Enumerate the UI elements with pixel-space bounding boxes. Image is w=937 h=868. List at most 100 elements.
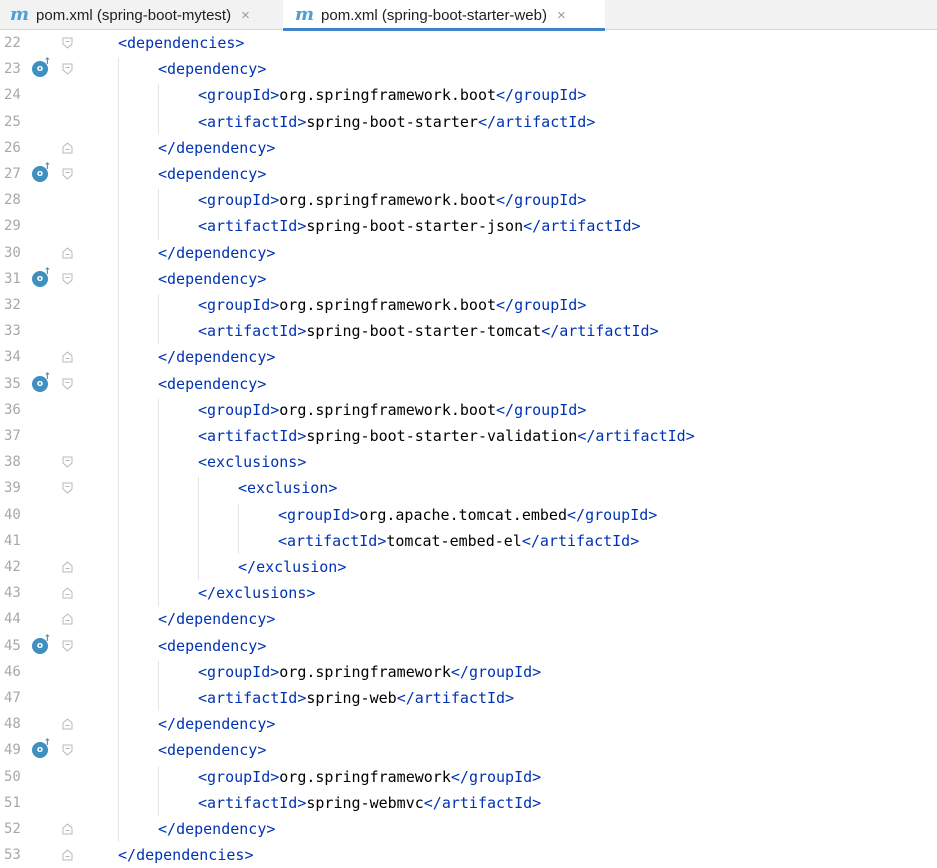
- code-line[interactable]: 46 <groupId>org.springframework</groupId>: [0, 659, 937, 685]
- code-line[interactable]: 22 <dependencies>: [0, 30, 937, 56]
- code-line[interactable]: 43 </exclusions>: [0, 580, 937, 606]
- tag-open-bracket: <: [198, 793, 208, 812]
- line-number: 34: [4, 349, 21, 366]
- line-number: 22: [4, 35, 21, 51]
- xml-code: <artifactId>spring-boot-starter</artifac…: [198, 109, 595, 135]
- code-line[interactable]: 49 o ↑ <dependency>: [0, 737, 937, 763]
- end-tag-close-bracket: >: [532, 767, 542, 786]
- overridden-dependency-icon[interactable]: o ↑: [32, 163, 51, 182]
- tag-close-bracket: >: [350, 505, 360, 524]
- overridden-dependency-icon[interactable]: o ↑: [32, 372, 51, 392]
- close-icon[interactable]: ×: [241, 7, 250, 24]
- tab-label: pom.xml (spring-boot-starter-web): [321, 6, 547, 24]
- tag-close-bracket: >: [270, 296, 280, 314]
- line-number: 39: [4, 480, 21, 497]
- code-line[interactable]: 34 </dependency>: [0, 344, 937, 370]
- line-number: 42: [4, 559, 21, 575]
- tag-open-bracket: </: [158, 820, 177, 838]
- line-number: 52: [4, 821, 21, 837]
- xml-code: <groupId>org.springframework.boot</group…: [198, 397, 586, 423]
- tag-open-bracket: <: [198, 296, 208, 314]
- end-tag-close-bracket: >: [586, 112, 596, 131]
- code-line[interactable]: 28 <groupId>org.springframework.boot</gro…: [0, 187, 937, 213]
- tab-pom-starter-web[interactable]: m pom.xml (spring-boot-starter-web) ×: [283, 0, 605, 31]
- end-tag-open-bracket: </: [477, 112, 497, 131]
- code-line[interactable]: 24 <groupId>org.springframework.boot</gro…: [0, 82, 937, 108]
- code-line[interactable]: 40 <groupId>org.apache.tomcat.embed</grou…: [0, 502, 937, 528]
- code-line[interactable]: 25 <artifactId>spring-boot-starter</artif…: [0, 109, 937, 135]
- overridden-dependency-icon[interactable]: o ↑: [32, 58, 51, 78]
- xml-tag-name: dependency: [167, 741, 258, 760]
- fold-open-icon[interactable]: [62, 456, 73, 468]
- code-line[interactable]: 27 o ↑ <dependency>: [0, 161, 937, 187]
- code-line[interactable]: 45 o ↑ <dependency>: [0, 633, 937, 659]
- indent-guide: [198, 477, 199, 581]
- fold-open-icon[interactable]: [62, 273, 73, 285]
- fold-open-icon[interactable]: [62, 168, 73, 180]
- code-line[interactable]: 33 <artifactId>spring-boot-starter-tomcat…: [0, 318, 937, 344]
- code-line[interactable]: 38 <exclusions>: [0, 449, 937, 475]
- code-line[interactable]: 32 <groupId>org.springframework.boot</gro…: [0, 292, 937, 318]
- code-line[interactable]: 36 <groupId>org.springframework.boot</gro…: [0, 397, 937, 423]
- tag-close-bracket: >: [270, 662, 280, 681]
- code-line[interactable]: 29 <artifactId>spring-boot-starter-json</…: [0, 213, 937, 239]
- code-line[interactable]: 48 </dependency>: [0, 711, 937, 737]
- fold-close-icon[interactable]: [62, 718, 73, 730]
- code-line[interactable]: 50 <groupId>org.springframework</groupId>: [0, 764, 937, 790]
- fold-open-icon[interactable]: [62, 63, 73, 75]
- end-tag-open-bracket: </: [496, 400, 515, 419]
- code-line[interactable]: 37 <artifactId>spring-boot-starter-valida…: [0, 423, 937, 449]
- tab-pom-mytest[interactable]: m pom.xml (spring-boot-mytest) ×: [0, 0, 283, 30]
- overridden-dependency-icon[interactable]: o ↑: [32, 634, 51, 654]
- xml-tag-name: exclusion: [247, 479, 329, 498]
- tag-open-bracket: <: [238, 479, 248, 498]
- fold-open-icon[interactable]: [62, 378, 73, 390]
- overridden-dependency-icon[interactable]: o ↑: [32, 739, 51, 759]
- code-line[interactable]: 26 </dependency>: [0, 135, 937, 161]
- tag-open-bracket: <: [158, 269, 168, 288]
- tag-close-bracket: >: [337, 558, 347, 576]
- xml-code: <dependency>: [158, 371, 266, 397]
- end-tag-open-bracket: </: [496, 296, 515, 314]
- fold-close-icon[interactable]: [62, 142, 73, 154]
- end-tag-close-bracket: >: [577, 296, 587, 314]
- code-line[interactable]: 53 </dependencies>: [0, 842, 937, 868]
- xml-tag-name: dependency: [167, 269, 258, 288]
- end-tag-open-bracket: </: [450, 767, 469, 786]
- fold-close-icon[interactable]: [62, 823, 73, 835]
- fold-open-icon[interactable]: [62, 37, 73, 49]
- line-number: 46: [4, 663, 21, 680]
- fold-open-icon[interactable]: [62, 482, 73, 495]
- code-line[interactable]: 30 </dependency>: [0, 240, 937, 266]
- fold-close-icon[interactable]: [62, 246, 73, 259]
- fold-close-icon[interactable]: [62, 561, 73, 573]
- xml-tag-name: groupId: [207, 400, 271, 419]
- fold-open-icon[interactable]: [62, 744, 73, 757]
- xml-tag-name: groupId: [207, 296, 271, 314]
- fold-close-icon[interactable]: [62, 351, 73, 363]
- tag-close-bracket: >: [270, 400, 280, 419]
- fold-open-icon[interactable]: [62, 640, 73, 652]
- fold-close-icon[interactable]: [62, 587, 73, 599]
- overridden-dependency-icon[interactable]: o ↑: [32, 267, 51, 287]
- code-line[interactable]: 41 <artifactId>tomcat-embed-el</artifactI…: [0, 528, 937, 554]
- xml-end-tag-name: groupId: [585, 505, 649, 524]
- code-line[interactable]: 23 o ↑ <dependency>: [0, 56, 937, 82]
- code-line[interactable]: 52 </dependency>: [0, 816, 937, 842]
- end-tag-open-bracket: </: [577, 427, 596, 445]
- xml-tag-name: artifactId: [207, 322, 298, 341]
- code-line[interactable]: 31 o ↑ <dependency>: [0, 266, 937, 292]
- code-line[interactable]: 51 <artifactId>spring-webmvc</artifactId>: [0, 790, 937, 816]
- fold-close-icon[interactable]: [62, 613, 73, 625]
- close-icon[interactable]: ×: [557, 7, 566, 24]
- code-editor[interactable]: 22 <dependencies> 23 o ↑ <dependency> 24 <group…: [0, 30, 937, 868]
- code-line[interactable]: 44 </dependency>: [0, 606, 937, 632]
- tag-open-bracket: </: [158, 715, 177, 734]
- code-line[interactable]: 47 <artifactId>spring-web</artifactId>: [0, 685, 937, 711]
- code-line[interactable]: 35 o ↑ <dependency>: [0, 371, 937, 397]
- fold-close-icon[interactable]: [62, 849, 73, 861]
- xml-code: <groupId>org.springframework</groupId>: [198, 659, 541, 685]
- code-line[interactable]: 42 </exclusion>: [0, 554, 937, 580]
- line-number: 40: [4, 506, 21, 523]
- code-line[interactable]: 39 <exclusion>: [0, 475, 937, 501]
